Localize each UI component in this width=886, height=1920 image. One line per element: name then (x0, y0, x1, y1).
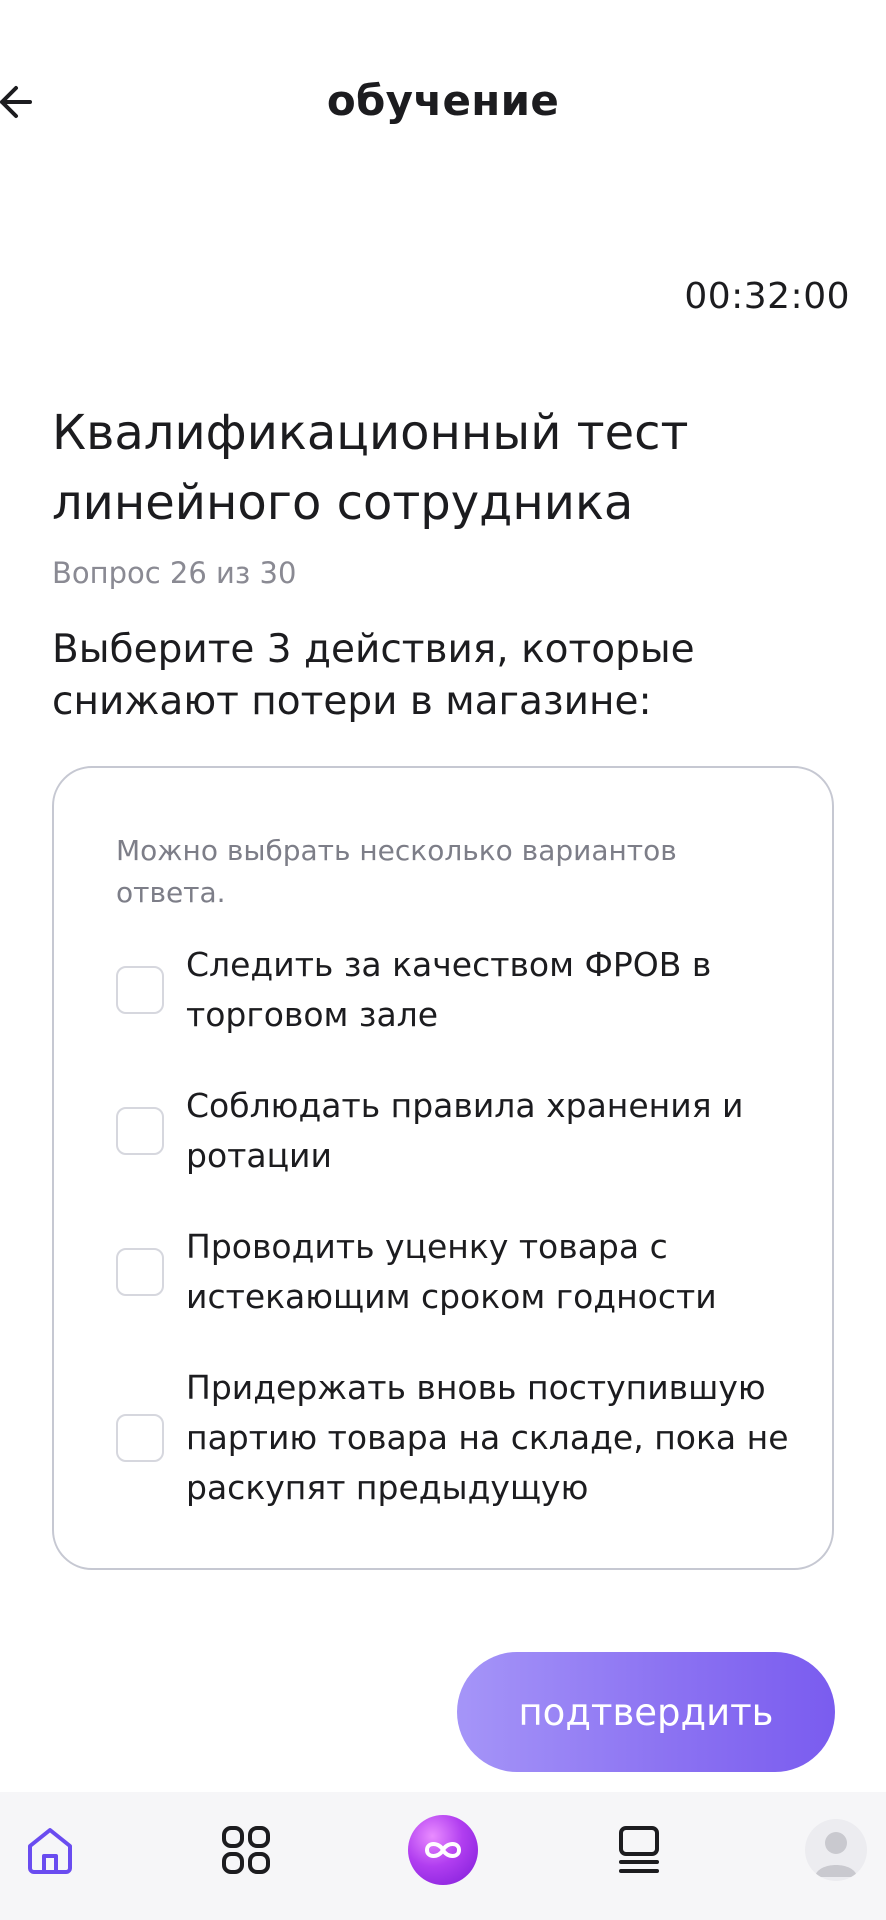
confirm-button[interactable]: подтвердить (457, 1652, 835, 1772)
bottom-navigation (0, 1792, 886, 1920)
grid-icon (222, 1826, 270, 1874)
nav-home[interactable] (12, 1812, 88, 1888)
question-counter: Вопрос 26 из 30 (52, 556, 297, 590)
test-timer: 00:32:00 (684, 276, 850, 317)
option-label: Придержать вновь поступившую партию това… (186, 1368, 789, 1507)
nav-catalog[interactable] (208, 1812, 284, 1888)
answer-option[interactable]: Соблюдать правила хранения и ротации (116, 1081, 796, 1181)
option-label: Соблюдать правила хранения и ротации (186, 1086, 744, 1175)
question-text: Выберите 3 действия, которые снижают пот… (52, 627, 695, 724)
answer-option[interactable]: Придержать вновь поступившую партию това… (116, 1363, 796, 1513)
home-icon (28, 1828, 72, 1874)
test-title: Квалификационный тест линейного сотрудни… (52, 405, 689, 531)
nav-main[interactable] (405, 1812, 481, 1888)
multi-select-hint: Можно выбрать несколько вариантов ответа… (116, 834, 677, 909)
option-checkbox[interactable] (116, 1414, 164, 1462)
answer-option[interactable]: Проводить уценку товара с истекающим сро… (116, 1222, 796, 1322)
page-title: обучение (326, 76, 560, 125)
nav-profile[interactable] (798, 1812, 874, 1888)
nav-courses[interactable] (601, 1812, 677, 1888)
answer-options-card: Можно выбрать несколько вариантов ответа… (52, 766, 834, 1570)
option-checkbox[interactable] (116, 966, 164, 1014)
infinity-icon (408, 1815, 478, 1885)
option-checkbox[interactable] (116, 1107, 164, 1155)
answer-option[interactable]: Следить за качеством ФРОВ в торговом зал… (116, 940, 796, 1040)
profile-avatar (805, 1819, 867, 1881)
option-label: Проводить уценку товара с истекающим сро… (186, 1227, 717, 1316)
option-checkbox[interactable] (116, 1248, 164, 1296)
courses-icon (619, 1826, 659, 1873)
option-label: Следить за качеством ФРОВ в торговом зал… (186, 945, 712, 1034)
app-header: обучение (0, 0, 886, 205)
